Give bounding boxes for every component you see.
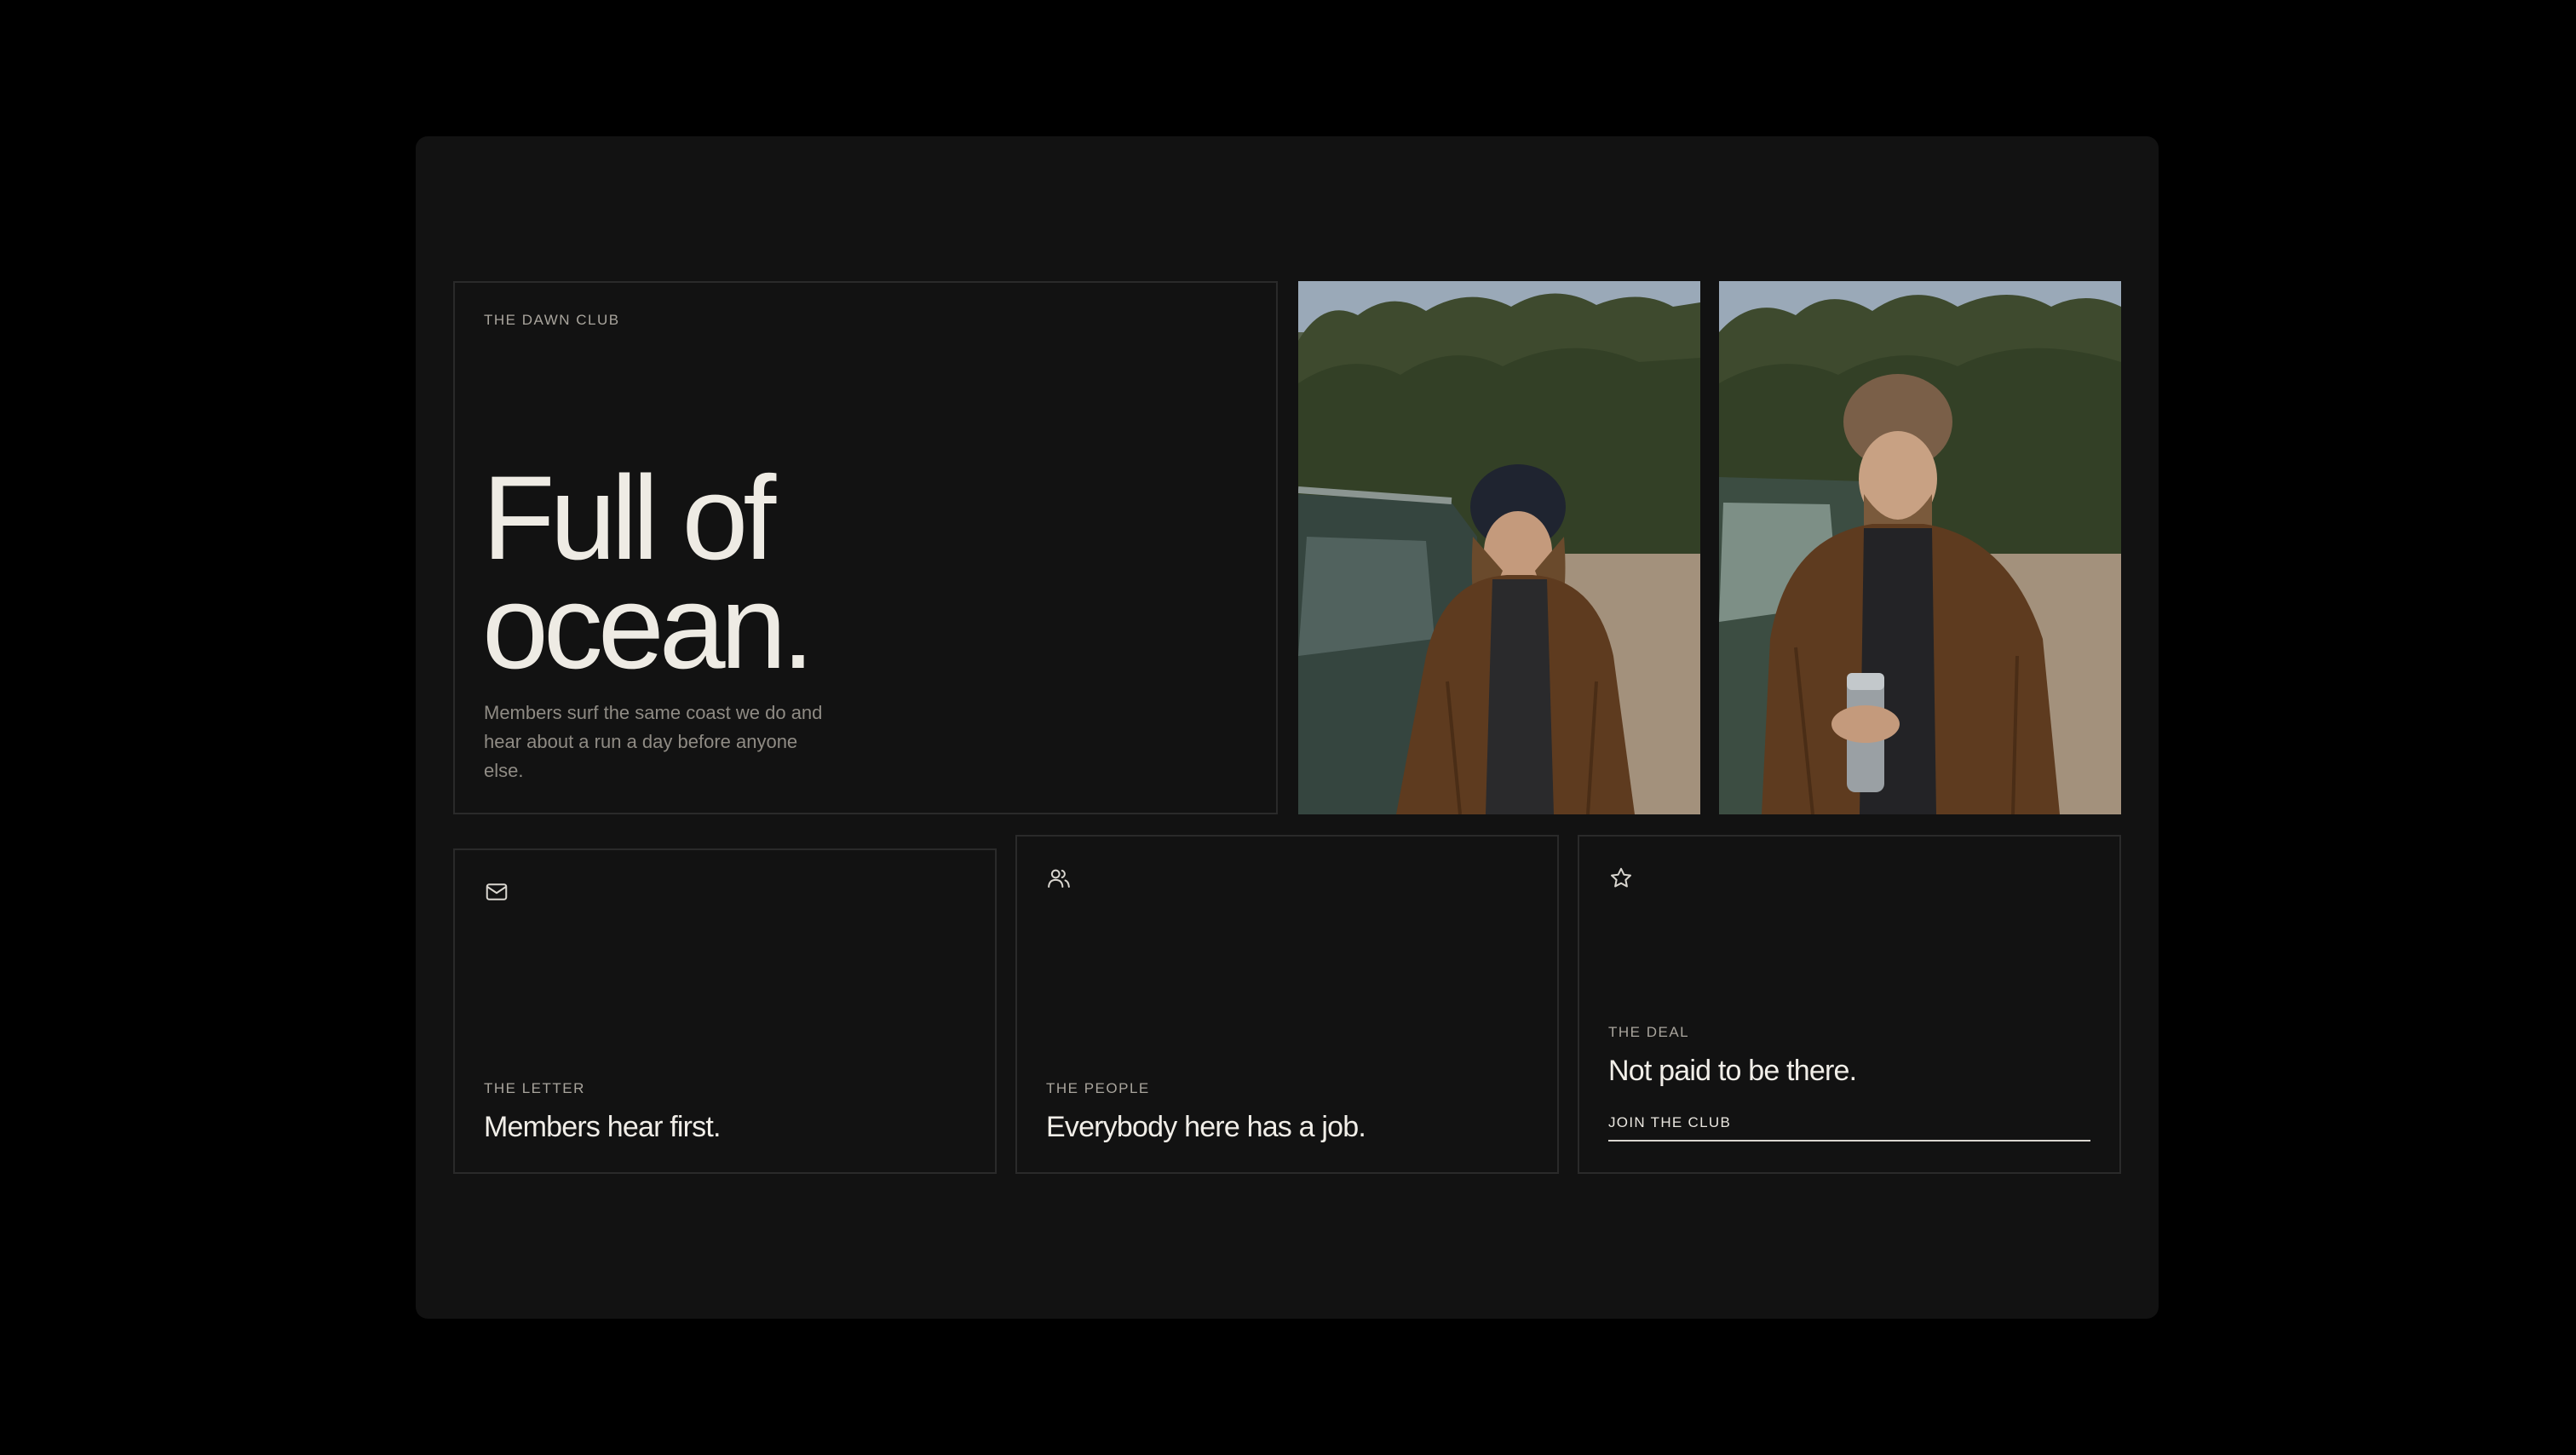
mail-icon xyxy=(484,879,509,905)
feature-title: Everybody here has a job. xyxy=(1046,1111,1366,1143)
hero-headline: Full of ocean. xyxy=(482,458,814,687)
feature-title: Not paid to be there. xyxy=(1608,1055,1857,1087)
feature-card-letter: THE LETTER Members hear first. xyxy=(453,848,997,1174)
feature-card-deal: THE DEAL Not paid to be there. JOIN THE … xyxy=(1578,835,2121,1174)
feature-eyebrow: THE PEOPLE xyxy=(1046,1080,1150,1096)
headline-line-2: ocean. xyxy=(482,560,814,693)
hero-subtext: Members surf the same coast we do and he… xyxy=(484,702,823,781)
feature-title: Members hear first. xyxy=(484,1111,721,1143)
join-club-link[interactable]: JOIN THE CLUB xyxy=(1608,1114,2090,1142)
feature-eyebrow: THE LETTER xyxy=(484,1080,585,1096)
hero-card: THE DAWN CLUB Full of ocean. Members sur… xyxy=(453,281,1278,814)
feature-eyebrow: THE DEAL xyxy=(1608,1024,1690,1040)
member-photo-man xyxy=(1719,281,2121,814)
main-panel: THE DAWN CLUB Full of ocean. Members sur… xyxy=(416,136,2159,1319)
member-photo-woman xyxy=(1298,281,1700,814)
star-icon xyxy=(1608,866,1634,891)
users-icon xyxy=(1046,866,1072,891)
feature-card-people: THE PEOPLE Everybody here has a job. xyxy=(1015,835,1559,1174)
hero-eyebrow: THE DAWN CLUB xyxy=(484,312,620,328)
